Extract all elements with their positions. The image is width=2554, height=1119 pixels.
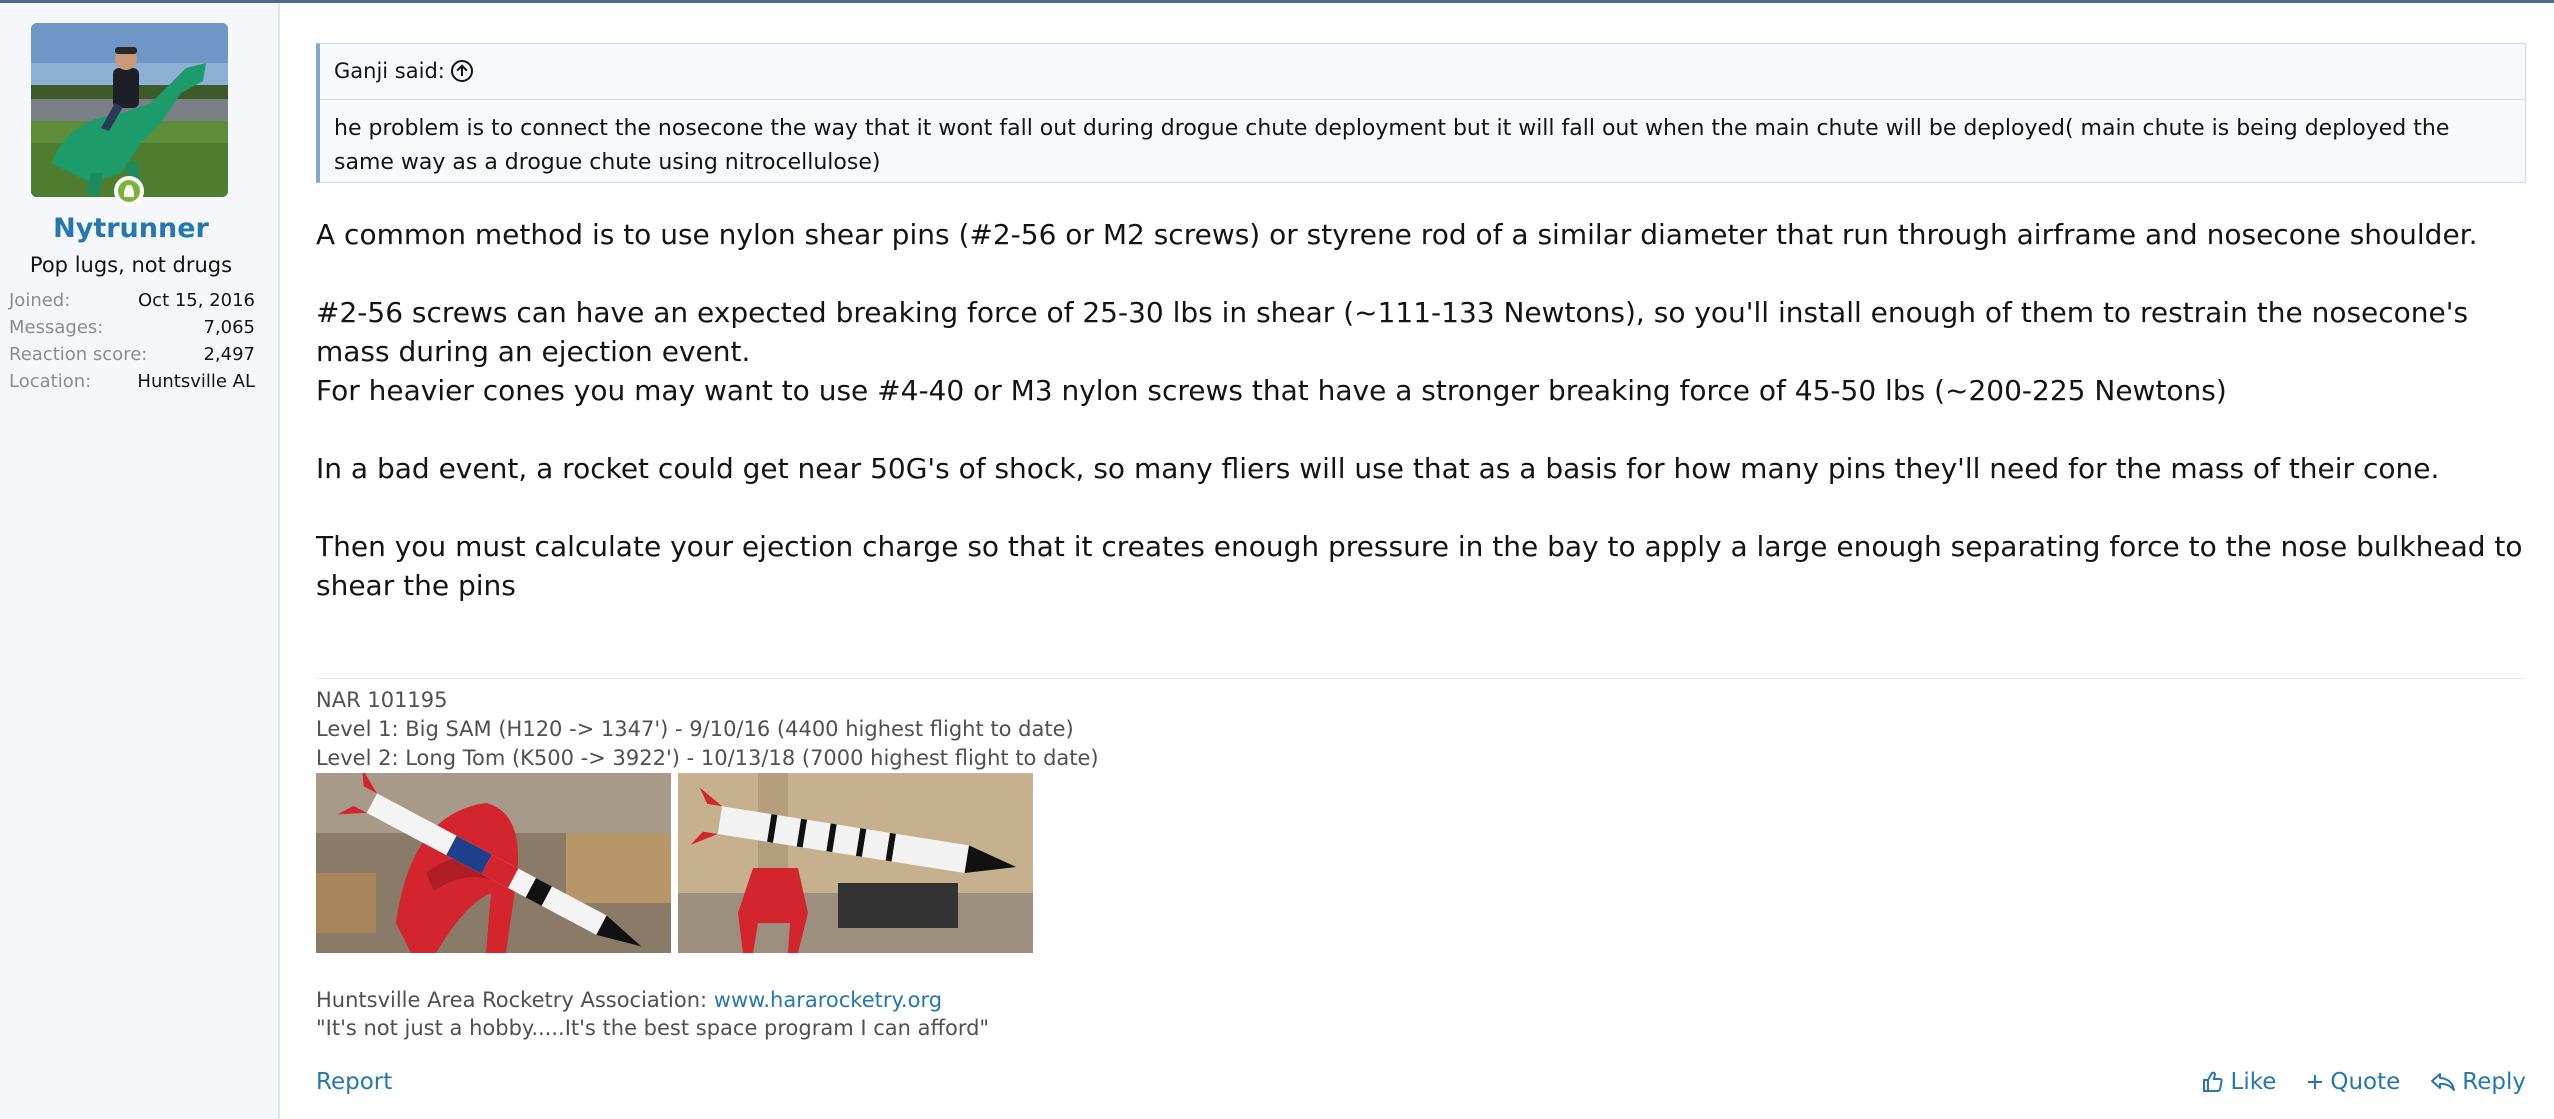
club-line: Huntsville Area Rocketry Association: ww…: [316, 986, 989, 1014]
quote-title[interactable]: Ganji said:: [334, 59, 473, 83]
rocket-photo-2-image: [678, 773, 1033, 953]
reply-arrow-icon: [2431, 1073, 2456, 1091]
post-action-buttons: Like Quote Reply: [2201, 1069, 2526, 1095]
quote-divider: [320, 99, 2526, 100]
stat-label: Location:: [9, 371, 92, 392]
quote-button[interactable]: Quote: [2306, 1069, 2400, 1095]
reply-label[interactable]: Reply: [2462, 1069, 2526, 1095]
report-link[interactable]: Report: [316, 1069, 392, 1095]
signature: NAR 101195 Level 1: Big SAM (H120 -> 134…: [316, 686, 1716, 773]
stat-label: Messages:: [9, 317, 104, 338]
thumbs-up-icon: [2202, 1071, 2223, 1092]
quote-text: he problem is to connect the nosecone th…: [334, 116, 2450, 175]
stat-value: Oct 15, 2016: [138, 290, 255, 311]
stat-messages: Messages: 7,065: [9, 314, 255, 341]
user-avatar[interactable]: [31, 23, 228, 197]
user-title: Pop lugs, not drugs: [29, 253, 233, 277]
signature-motto: "It's not just a hobby.....It's the best…: [316, 1016, 990, 1040]
signature-footer: Huntsville Area Rocketry Association: ww…: [316, 986, 989, 1042]
avatar-photo: [31, 23, 228, 197]
quote-author[interactable]: Ganji said:: [334, 59, 445, 83]
message-body: A common method is to use nylon shear pi…: [316, 215, 2542, 605]
rocket-photo-2[interactable]: [678, 773, 1033, 953]
plus-icon: [2308, 1075, 2323, 1089]
like-label[interactable]: Like: [2231, 1069, 2277, 1095]
go-to-quote-icon[interactable]: [450, 60, 473, 82]
username[interactable]: Nytrunner: [0, 213, 262, 244]
forum-post: Nytrunner Pop lugs, not drugs Joined: Oc…: [0, 3, 2554, 1119]
rocket-photo-1[interactable]: [316, 773, 671, 953]
stat-label: Joined:: [9, 290, 71, 311]
club-link[interactable]: www.hararocketry.org: [714, 988, 942, 1012]
stat-value[interactable]: Huntsville AL: [137, 368, 255, 395]
signature-line: Level 2: Long Tom (K500 -> 3922') - 10/1…: [316, 746, 1099, 770]
post-actions: Report Like Quote Reply: [316, 1069, 2526, 1103]
online-user-icon: [114, 176, 144, 206]
club-label: Huntsville Area Rocketry Association:: [316, 988, 714, 1012]
message-paragraph: Then you must calculate your ejection ch…: [316, 530, 2523, 602]
message-paragraph: #2-56 screws can have an expected breaki…: [316, 296, 2469, 368]
user-sidebar: Nytrunner Pop lugs, not drugs Joined: Oc…: [0, 3, 280, 1119]
stat-joined: Joined: Oct 15, 2016: [9, 287, 255, 314]
message-paragraph: A common method is to use nylon shear pi…: [316, 218, 2478, 251]
signature-line: NAR 101195: [316, 688, 448, 712]
quote-label[interactable]: Quote: [2330, 1069, 2400, 1095]
stat-label: Reaction score:: [9, 344, 148, 365]
stat-value: 2,497: [203, 344, 255, 365]
stat-location: Location: Huntsville AL: [9, 368, 255, 395]
rocket-photo-1-image: [316, 773, 671, 953]
signature-line: Level 1: Big SAM (H120 -> 1347') - 9/10/…: [316, 717, 1074, 741]
like-button[interactable]: Like: [2201, 1069, 2277, 1095]
message-paragraph: For heavier cones you may want to use #4…: [316, 374, 2227, 407]
stat-reaction-score: Reaction score: 2,497: [9, 341, 255, 368]
quote-block: Ganji said: he problem is to connect the…: [316, 43, 2526, 183]
message-paragraph: In a bad event, a rocket could get near …: [316, 452, 2440, 485]
stat-value[interactable]: 7,065: [203, 314, 255, 341]
user-stats: Joined: Oct 15, 2016 Messages: 7,065 Rea…: [9, 287, 255, 395]
reply-button[interactable]: Reply: [2430, 1069, 2526, 1095]
signature-divider: [316, 678, 2526, 679]
